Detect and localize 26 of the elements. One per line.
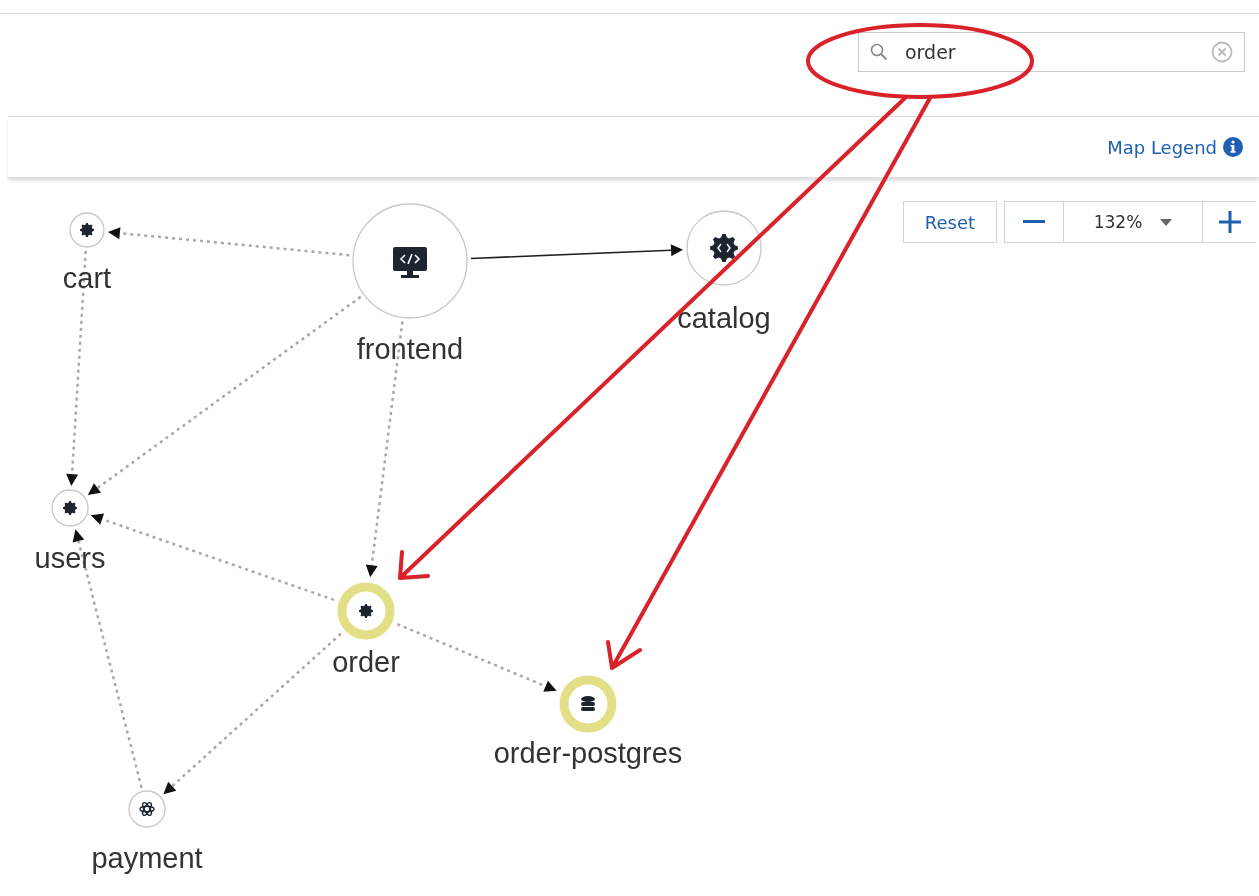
node-label: order — [332, 646, 400, 678]
database-icon — [581, 696, 595, 711]
gear-icon — [80, 223, 94, 237]
monitor-icon — [393, 247, 427, 278]
node-label: cart — [62, 262, 112, 294]
node-label: order-postgres — [493, 737, 683, 769]
service-node[interactable] — [352, 203, 468, 319]
service-node[interactable] — [128, 790, 166, 828]
gear-icon — [63, 501, 77, 515]
gear-icon — [359, 604, 373, 618]
search-field[interactable]: order — [858, 32, 1245, 72]
plus-icon — [1218, 211, 1241, 233]
service-node[interactable] — [337, 582, 395, 640]
node-label: frontend — [356, 333, 464, 365]
map-legend-link[interactable]: Map Legend — [1107, 136, 1217, 158]
node-label: users — [34, 542, 106, 574]
gear-icon — [710, 234, 738, 262]
node-label: payment — [91, 842, 203, 874]
info-icon[interactable] — [1223, 137, 1243, 157]
reset-button[interactable]: Reset — [903, 201, 997, 243]
caret-icon — [1160, 218, 1173, 226]
service-node[interactable] — [559, 675, 617, 733]
node-label: catalog — [677, 302, 771, 334]
service-node[interactable] — [51, 489, 89, 527]
minus-icon — [1023, 220, 1045, 224]
atom-icon — [139, 802, 155, 816]
